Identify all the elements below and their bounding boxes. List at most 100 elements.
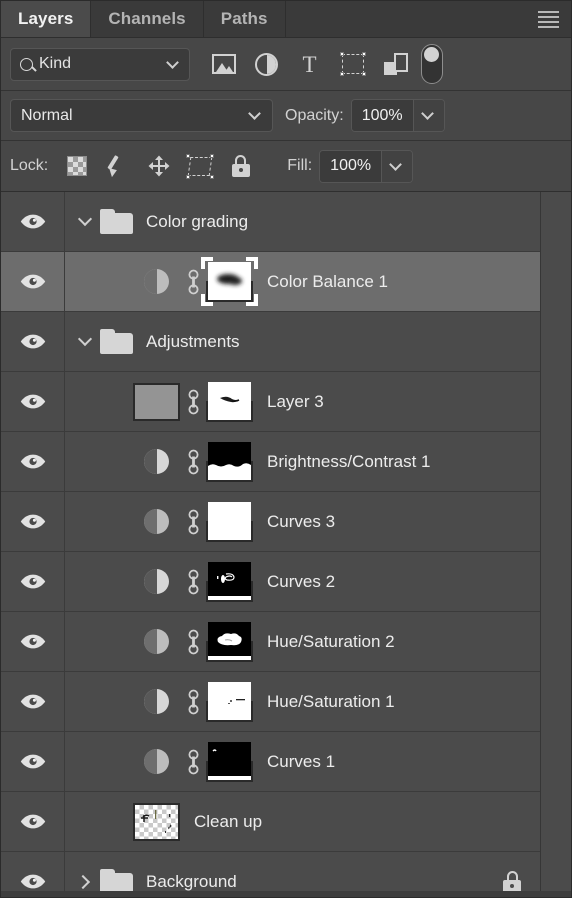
layer-mask-thumbnail[interactable]: [206, 742, 253, 782]
layer-mask-thumbnail[interactable]: [206, 682, 253, 722]
adjustment-layer-thumbnail[interactable]: [133, 569, 180, 594]
layer-row-body[interactable]: Brightness/Contrast 1: [65, 432, 540, 491]
layer-name: Layer 3: [267, 391, 324, 411]
layer-row[interactable]: Adjustments: [1, 312, 540, 372]
tab-paths[interactable]: Paths: [204, 1, 286, 37]
adjustment-layer-thumbnail[interactable]: [133, 449, 180, 474]
mask-link-icon[interactable]: [180, 749, 206, 775]
layer-thumbnail[interactable]: [133, 382, 180, 421]
lock-image-pixels[interactable]: [97, 147, 138, 185]
layer-row[interactable]: Hue/Saturation 2: [1, 612, 540, 672]
layer-thumbnail[interactable]: [133, 802, 180, 841]
adjustment-layer-thumbnail[interactable]: [133, 689, 180, 714]
type-layers-filter[interactable]: T: [288, 44, 331, 84]
blend-mode-dropdown[interactable]: Normal: [10, 99, 273, 132]
layer-visibility-toggle[interactable]: [1, 852, 65, 891]
layer-visibility-toggle[interactable]: [1, 612, 65, 671]
opacity-value[interactable]: 100%: [351, 100, 414, 131]
smart-object-filter[interactable]: [374, 44, 417, 84]
layer-row-body[interactable]: Curves 1: [65, 732, 540, 791]
layer-row[interactable]: Curves 3: [1, 492, 540, 552]
layer-mask-thumbnail[interactable]: [206, 562, 253, 602]
layer-row[interactable]: Curves 2: [1, 552, 540, 612]
fill-value[interactable]: 100%: [320, 150, 383, 182]
adjustment-layers-filter[interactable]: [245, 44, 288, 84]
mask-link-icon[interactable]: [180, 629, 206, 655]
layer-row[interactable]: Background: [1, 852, 540, 891]
group-disclosure-triangle[interactable]: [73, 192, 97, 251]
adjustment-circle-icon: [144, 449, 169, 474]
layer-row[interactable]: Clean up: [1, 792, 540, 852]
lock-artboard-nesting[interactable]: [179, 147, 220, 185]
layer-list-scrollbar[interactable]: [540, 192, 571, 891]
adjustment-circle-icon: [144, 569, 169, 594]
layer-visibility-toggle[interactable]: [1, 792, 65, 851]
group-disclosure-triangle[interactable]: [73, 312, 97, 371]
opacity-stepper-button[interactable]: [413, 100, 444, 131]
fill-field[interactable]: 100%: [319, 149, 414, 183]
scrollbar-thumb[interactable]: [541, 192, 571, 891]
opacity-field[interactable]: 100%: [350, 99, 445, 132]
layer-mask-thumbnail-wrap: [201, 257, 258, 306]
layer-row-body[interactable]: Curves 3: [65, 492, 540, 551]
layer-row[interactable]: Hue/Saturation 1: [1, 672, 540, 732]
fill-stepper-button[interactable]: [382, 150, 413, 182]
mask-link-icon[interactable]: [180, 689, 206, 715]
tab-bar-spacer: [286, 1, 525, 37]
layer-row[interactable]: Color grading: [1, 192, 540, 252]
layer-visibility-toggle[interactable]: [1, 492, 65, 551]
layer-list: Color grading Color Balance 1 Adjustment…: [1, 192, 571, 891]
mask-link-icon[interactable]: [180, 269, 206, 295]
layer-mask-thumbnail[interactable]: [206, 382, 253, 422]
layer-row-body[interactable]: Background: [65, 852, 540, 891]
mask-link-icon[interactable]: [180, 569, 206, 595]
lock-all[interactable]: [220, 147, 261, 185]
layer-name: Curves 3: [267, 511, 336, 531]
layer-row-body[interactable]: Hue/Saturation 2: [65, 612, 540, 671]
adjustment-layer-thumbnail[interactable]: [133, 269, 180, 294]
layer-row-body[interactable]: Clean up: [65, 792, 540, 851]
layer-row[interactable]: Layer 3: [1, 372, 540, 432]
filter-enable-toggle[interactable]: [421, 44, 443, 84]
pixel-layers-filter[interactable]: [202, 44, 245, 84]
mask-link-icon[interactable]: [180, 449, 206, 475]
chevron-right-icon: [75, 874, 91, 889]
layer-mask-thumbnail[interactable]: [206, 622, 253, 662]
layer-row-body[interactable]: Color Balance 1: [65, 252, 540, 311]
layer-row[interactable]: Color Balance 1: [1, 252, 540, 312]
hamburger-menu-icon[interactable]: [525, 1, 571, 37]
adjustment-layer-thumbnail[interactable]: [133, 629, 180, 654]
shape-layers-filter[interactable]: [331, 44, 374, 84]
layer-row[interactable]: Brightness/Contrast 1: [1, 432, 540, 492]
layer-visibility-toggle[interactable]: [1, 732, 65, 791]
group-disclosure-triangle[interactable]: [73, 852, 97, 891]
folder-icon: [100, 869, 133, 891]
layer-row-body[interactable]: Curves 2: [65, 552, 540, 611]
layer-visibility-toggle[interactable]: [1, 372, 65, 431]
layer-visibility-toggle[interactable]: [1, 432, 65, 491]
layer-mask-thumbnail[interactable]: [206, 502, 253, 542]
tab-layers[interactable]: Layers: [1, 1, 92, 37]
layer-row-body[interactable]: Hue/Saturation 1: [65, 672, 540, 731]
layer-mask-thumbnail[interactable]: [206, 442, 253, 482]
tab-channels[interactable]: Channels: [91, 1, 204, 37]
layer-visibility-toggle[interactable]: [1, 552, 65, 611]
layer-visibility-toggle[interactable]: [1, 312, 65, 371]
layer-visibility-toggle[interactable]: [1, 192, 65, 251]
layer-visibility-toggle[interactable]: [1, 672, 65, 731]
layer-mask-thumbnail[interactable]: [206, 262, 253, 302]
layer-row-body[interactable]: Color grading: [65, 192, 540, 251]
lock-transparent-pixels[interactable]: [56, 147, 97, 185]
chevron-down-icon: [248, 107, 261, 120]
smart-object-icon: [383, 53, 408, 75]
layer-row[interactable]: Curves 1: [1, 732, 540, 792]
layer-visibility-toggle[interactable]: [1, 252, 65, 311]
lock-position[interactable]: [138, 147, 179, 185]
layer-row-body[interactable]: Layer 3: [65, 372, 540, 431]
mask-link-icon[interactable]: [180, 389, 206, 415]
mask-link-icon[interactable]: [180, 509, 206, 535]
adjustment-layer-thumbnail[interactable]: [133, 749, 180, 774]
filter-kind-dropdown[interactable]: Kind: [10, 47, 190, 81]
layer-row-body[interactable]: Adjustments: [65, 312, 540, 371]
adjustment-layer-thumbnail[interactable]: [133, 509, 180, 534]
